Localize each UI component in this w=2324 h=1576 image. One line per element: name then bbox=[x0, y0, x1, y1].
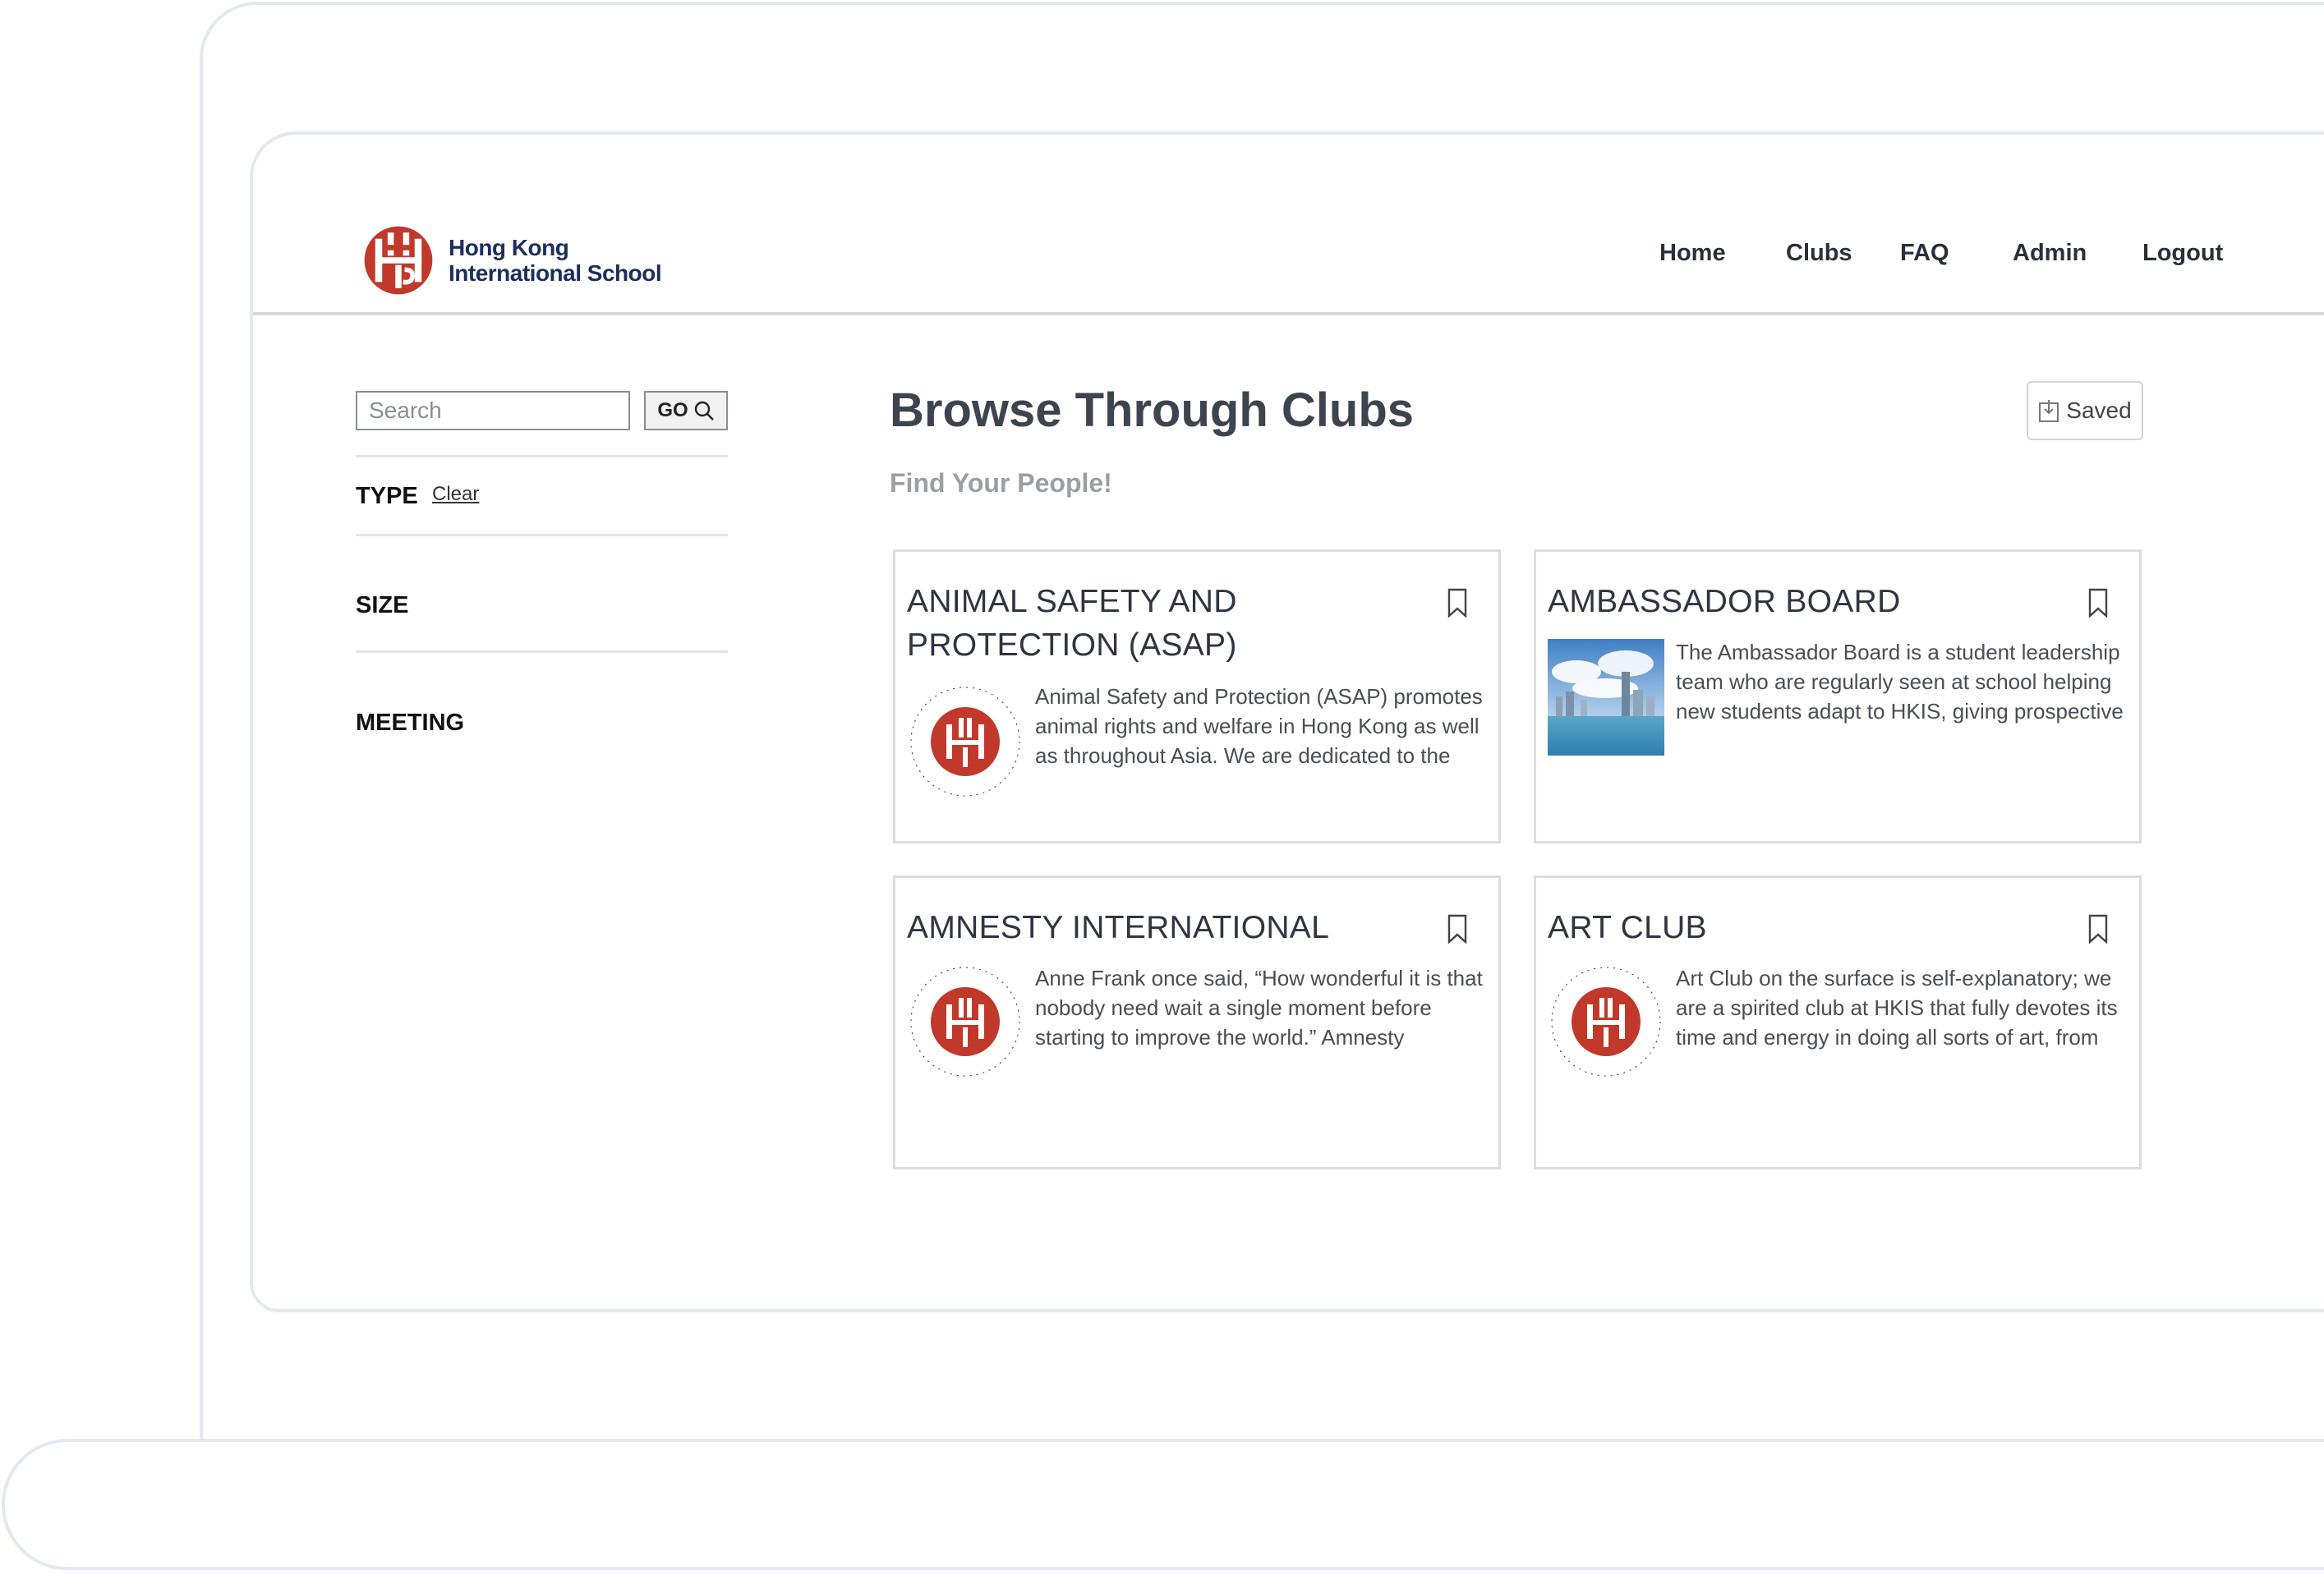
hkis-seal-icon bbox=[1551, 967, 1661, 1077]
club-title: AMNESTY INTERNATIONAL bbox=[907, 910, 1330, 945]
filter-type-label[interactable]: TYPE bbox=[356, 483, 418, 510]
filter-divider bbox=[356, 534, 728, 536]
club-description: Anne Frank once said, “How wonderful it … bbox=[1035, 966, 1483, 1059]
hkis-logo-icon bbox=[364, 226, 433, 295]
bookmark-icon[interactable] bbox=[1447, 914, 1467, 944]
logo-text: Hong Kong International School bbox=[449, 235, 662, 286]
hong-kong-skyline-photo bbox=[1548, 639, 1664, 756]
hkis-seal-icon bbox=[910, 967, 1020, 1077]
saved-download-icon bbox=[2039, 400, 2059, 422]
go-button[interactable]: GO bbox=[644, 391, 728, 430]
filter-meeting-label[interactable]: MEETING bbox=[356, 710, 464, 737]
search-input[interactable] bbox=[356, 391, 630, 430]
browser-screen: Hong Kong International School Home Club… bbox=[250, 131, 2324, 1312]
nav-admin[interactable]: Admin bbox=[2013, 240, 2087, 267]
go-label: GO bbox=[657, 399, 688, 421]
club-description: Art Club on the surface is self-explanat… bbox=[1676, 966, 2118, 1059]
bookmark-icon[interactable] bbox=[2088, 588, 2108, 618]
nav-clubs[interactable]: Clubs bbox=[1786, 240, 1852, 267]
page-subtitle: Find Your People! bbox=[890, 468, 1112, 498]
club-description: The Ambassador Board is a student leader… bbox=[1676, 640, 2124, 733]
logo-line-1: Hong Kong bbox=[449, 235, 569, 260]
laptop-base bbox=[2, 1439, 2324, 1570]
saved-label: Saved bbox=[2066, 397, 2132, 423]
club-title: ART CLUB bbox=[1548, 910, 1707, 945]
hkis-seal-icon bbox=[910, 687, 1020, 797]
club-title: AMBASSADOR BOARD bbox=[1548, 584, 1901, 619]
club-card[interactable]: ART CLUB Art Club on the surface is self… bbox=[1534, 875, 2142, 1169]
nav-faq[interactable]: FAQ bbox=[1900, 240, 1949, 267]
bookmark-icon[interactable] bbox=[2088, 914, 2108, 944]
club-card[interactable]: AMBASSADOR BOARD The Ambassador Board is… bbox=[1534, 549, 2142, 843]
search-icon bbox=[694, 401, 714, 420]
club-card[interactable]: ANIMAL SAFETY AND PROTECTION (ASAP) Anim… bbox=[893, 549, 1501, 843]
club-description: Animal Safety and Protection (ASAP) prom… bbox=[1035, 684, 1483, 777]
saved-button[interactable]: Saved bbox=[2027, 381, 2143, 440]
club-card[interactable]: AMNESTY INTERNATIONAL Anne Frank once sa… bbox=[893, 875, 1501, 1169]
nav-logout[interactable]: Logout bbox=[2142, 240, 2223, 267]
page-title: Browse Through Clubs bbox=[890, 384, 1414, 437]
filter-divider bbox=[356, 455, 728, 457]
filter-size-label[interactable]: SIZE bbox=[356, 592, 408, 619]
filter-divider bbox=[356, 650, 728, 653]
bookmark-icon[interactable] bbox=[1447, 588, 1467, 618]
clear-filter-link[interactable]: Clear bbox=[432, 483, 479, 506]
site-header: Hong Kong International School Home Club… bbox=[253, 135, 2324, 315]
club-title: ANIMAL SAFETY AND PROTECTION (ASAP) bbox=[907, 584, 1237, 663]
school-logo[interactable]: Hong Kong International School bbox=[360, 222, 662, 299]
nav-home[interactable]: Home bbox=[1659, 240, 1726, 267]
logo-line-2: International School bbox=[449, 260, 662, 286]
